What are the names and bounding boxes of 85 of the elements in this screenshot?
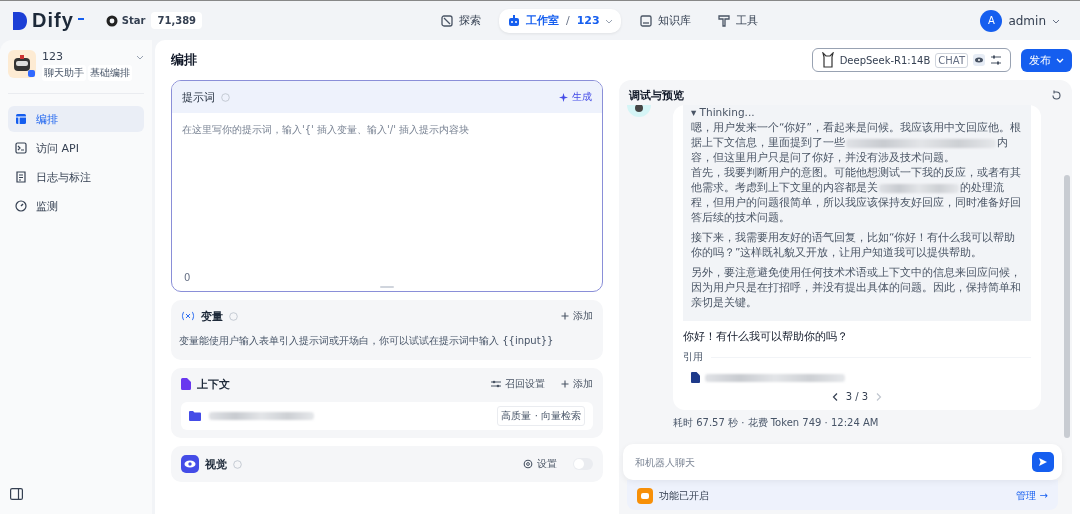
manage-link[interactable]: 管理 →: [1016, 489, 1048, 503]
citation-label: 引用: [683, 350, 703, 364]
char-count: 0: [184, 272, 191, 283]
folder-icon: [189, 411, 201, 421]
layout-icon: [14, 112, 28, 126]
chevron-right-icon: [876, 392, 883, 401]
message-meta: 耗时 67.57 秒 · 花费 Token 749 · 12:24 AM: [673, 416, 880, 430]
robot-avatar-icon: [8, 50, 36, 78]
scrollbar[interactable]: [1064, 175, 1070, 438]
collapse-button[interactable]: [8, 486, 25, 502]
page-indicator: 3 / 3: [845, 391, 869, 402]
nav-tab[interactable]: 知识库: [630, 8, 699, 33]
robot-icon: [507, 13, 521, 28]
chevron-left-icon: [831, 392, 838, 401]
answer-text: 你好！有什么我可以帮助你的吗？: [683, 329, 849, 344]
thinking-text: 另外，要注意避免使用任何技术术语或上下文中的信息来回应问候，因为用户只是在打招呼，并没有提出具体的问题。因此，保持简单和亲切是关键。: [691, 265, 1022, 310]
dataset-tag: 高质量 · 向量检索: [497, 406, 585, 426]
sidebar-item[interactable]: 编排: [8, 106, 144, 132]
file-icon: [691, 372, 700, 383]
app-tag: 基础编排: [88, 65, 132, 81]
user-avatar: A: [980, 9, 1003, 32]
plus-icon: [561, 312, 569, 320]
thinking-toggle[interactable]: ▾ Thinking...: [691, 105, 1023, 120]
prompt-input[interactable]: 在这里写你的提示词，输入'{' 插入变量、输入'/' 插入提示内容块: [172, 113, 602, 266]
add-button[interactable]: 添加: [561, 309, 593, 323]
bot-avatar-icon: [627, 105, 651, 117]
nav-tab[interactable]: 探索: [432, 8, 489, 33]
section-title: 提示词: [182, 89, 215, 105]
sliders-icon: [990, 54, 1002, 66]
sidebar-item[interactable]: 监测: [8, 193, 144, 219]
generate-button[interactable]: 生成: [559, 90, 592, 104]
gauge-icon: [14, 199, 28, 213]
app-name: 123: [42, 50, 63, 63]
settings-button[interactable]: 设置: [523, 457, 557, 471]
add-button[interactable]: 添加: [561, 377, 593, 391]
nav-tab[interactable]: 工作室 / 123: [499, 8, 621, 33]
retrieval-settings-button[interactable]: 召回设置: [491, 377, 545, 391]
refresh-button[interactable]: [1051, 90, 1062, 101]
list-icon: [14, 170, 28, 184]
mode-badge: CHAT: [935, 52, 968, 68]
book-icon: [638, 13, 653, 28]
publish-button[interactable]: 发布: [1021, 48, 1072, 72]
panel-title: 调试与预览: [629, 88, 684, 103]
plus-icon: [561, 380, 569, 388]
chevron-down-icon: [1056, 56, 1064, 64]
model-selector[interactable]: DeepSeek-R1:14B CHAT: [811, 48, 1011, 72]
star-count: 71,389: [151, 12, 203, 29]
section-title: 上下文: [197, 376, 230, 392]
sidebar-item[interactable]: 日志与标注: [8, 164, 144, 190]
page-title: 编排: [171, 51, 197, 69]
chat-input-text[interactable]: 和机器人聊天: [633, 455, 1032, 469]
resize-handle[interactable]: [380, 286, 394, 288]
eye-icon: [973, 54, 985, 66]
send-icon: [1038, 457, 1048, 467]
section-title: 视觉: [205, 456, 227, 472]
help-icon: [229, 311, 238, 321]
settings-icon: [523, 459, 533, 469]
feature-icon: [637, 488, 653, 504]
github-star-link[interactable]: Star: [105, 14, 146, 27]
document-icon: [181, 378, 191, 390]
section-title: 变量: [201, 308, 223, 324]
help-icon: [221, 92, 230, 102]
thinking-text: 嗯，用户发来一个“你好”，看起来是问候。我应该用中文回应他。根据上下文信息，里面提到了一些 内容，但这里用户只是问了你好，并没有涉及技术问题。: [691, 120, 1022, 165]
user-menu[interactable]: A admin: [980, 9, 1060, 32]
chat-input[interactable]: 和机器人聊天: [623, 444, 1062, 480]
thinking-text: 首先，我要判断用户的意图。可能他想测试一下我的反应，或者有其他需求。考虑到上下文里的内容都是关 的处理流程，但用户的问题很简单，所以我应该保持友好回应，同时准备好回答后续的技术问题。: [691, 165, 1022, 225]
variables-hint: 变量能使用户输入表单引入提示词或开场白，你可以试试在提示词中输入 {{input}}: [178, 334, 555, 348]
sparkle-icon: [559, 92, 568, 102]
thinking-text: 接下来，我需要用友好的语气回复，比如“你好！有什么我可以帮助你的吗？”这样既礼貌又开放，让用户知道我可以提供帮助。: [691, 230, 1017, 260]
logo-icon: [12, 10, 28, 31]
sidebar-item[interactable]: 访问 API: [8, 135, 144, 161]
sliders-icon: [491, 380, 501, 388]
prompt-field[interactable]: 提示词 生成 在这里写你的提示词，输入'{' 插入变量、输入'/' 插入提示内容块 0: [171, 80, 603, 292]
terminal-icon: [14, 141, 28, 155]
logo-text: Dify: [32, 9, 74, 32]
refresh-icon: [1051, 90, 1062, 101]
app-tag: 聊天助手: [42, 65, 86, 81]
features-text: 功能已开启: [659, 489, 709, 503]
variable-icon: [181, 311, 195, 321]
panel-icon: [10, 488, 23, 500]
nav-tab[interactable]: 工具: [708, 8, 766, 33]
dataset-item[interactable]: 高质量 · 向量检索: [181, 402, 593, 430]
eye-icon: [181, 455, 199, 473]
help-icon: [233, 459, 242, 469]
send-button[interactable]: [1032, 452, 1054, 472]
